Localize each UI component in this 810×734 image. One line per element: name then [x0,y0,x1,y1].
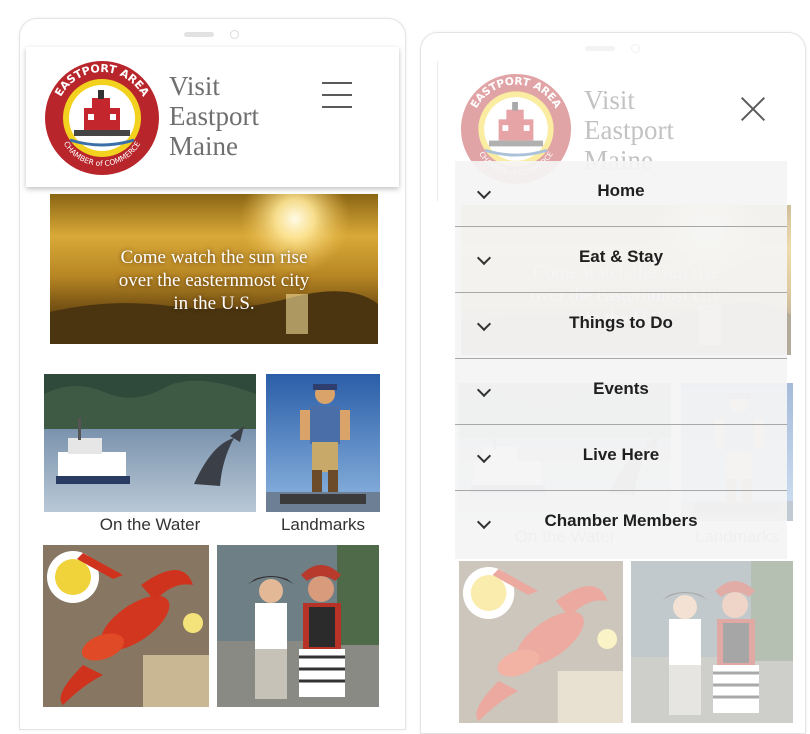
tile-events-photo[interactable] [217,545,379,707]
nav-item-label: Eat & Stay [578,247,664,266]
nav-menu: Home Eat & Stay Things to Do Events Live… [455,161,787,559]
nav-item-label: Things to Do [569,313,673,332]
tile-landmarks[interactable] [266,374,380,512]
nav-item-chamber-members[interactable]: Chamber Members [455,491,787,557]
pirates-image [217,545,379,707]
tile-label-landmarks[interactable]: Landmarks [266,515,380,535]
phone-frame-menu-closed: Visit Eastport Maine Come watch the sun … [19,18,406,730]
nav-item-label: Home [597,181,645,200]
nav-item-home[interactable]: Home [455,161,787,227]
phone-frame-menu-open: Visit Eastport Maine Come watch the sun … [420,32,806,734]
nav-item-things-to-do[interactable]: Things to Do [455,293,787,359]
lobster-image [43,545,209,707]
nav-item-label: Live Here [582,445,660,464]
site-title-line: Eastport [169,101,259,131]
hero-caption-line: in the U.S. [173,293,255,314]
site-title-line: Maine [169,131,238,161]
hero-caption-line: over the easternmost city [118,270,310,291]
site-title[interactable]: Visit Eastport Maine [169,71,259,161]
fisherman-statue-image [266,374,380,512]
nav-item-eat-stay[interactable]: Eat & Stay [455,227,787,293]
nav-item-label: Chamber Members [544,511,698,530]
tile-label-on-the-water[interactable]: On the Water [44,515,256,535]
phone-speaker [184,32,214,37]
close-icon[interactable] [739,95,767,123]
hero-caption-line: Come watch the sun rise [120,247,308,268]
nav-item-label: Events [593,379,649,398]
hero-banner[interactable]: Come watch the sun rise over the eastern… [50,194,378,344]
whale-watch-image [44,374,256,512]
site-title-line: Visit [169,71,220,101]
hero-caption: Come watch the sun rise over the eastern… [50,246,378,315]
chamber-logo[interactable] [44,60,160,176]
nav-item-live-here[interactable]: Live Here [455,425,787,491]
site-header: Visit Eastport Maine [26,47,399,187]
phone-camera [230,30,239,39]
tile-on-the-water[interactable] [44,374,256,512]
hamburger-icon[interactable] [322,82,352,108]
nav-item-events[interactable]: Events [455,359,787,425]
tile-food[interactable] [43,545,209,707]
